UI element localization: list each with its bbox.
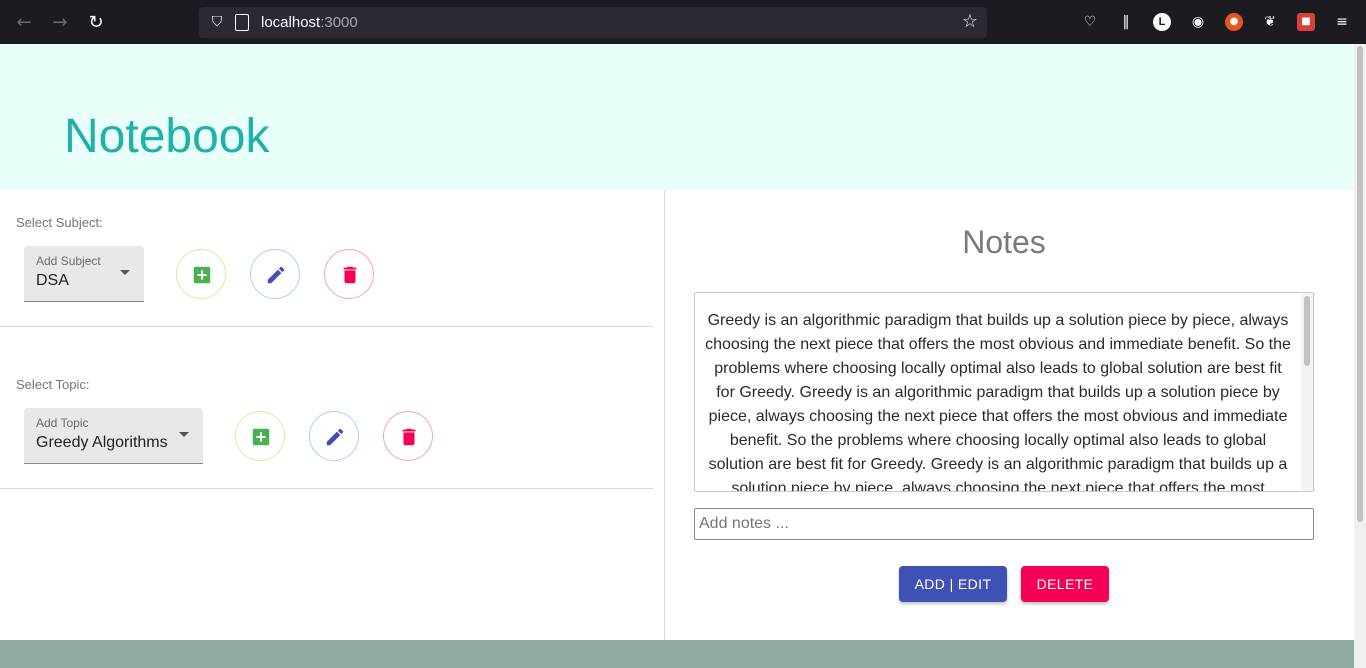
- page: Notebook Select Subject: Add Subject DSA…: [0, 44, 1354, 668]
- notes-scrollbar[interactable]: [1301, 293, 1313, 491]
- bookmark-star-icon[interactable]: ☆: [959, 11, 981, 33]
- page-icon: [235, 14, 249, 31]
- extension-owl-icon[interactable]: ◉: [1189, 13, 1207, 31]
- app-header: Notebook: [0, 44, 1354, 190]
- notes-panel: Notes Greedy is an algorithmic paradigm …: [666, 190, 1354, 640]
- chevron-down-icon: [179, 432, 189, 437]
- subject-select[interactable]: Add Subject DSA: [24, 246, 144, 302]
- add-notes-input[interactable]: [694, 508, 1314, 540]
- page-scrollbar[interactable]: [1354, 44, 1366, 668]
- extension-paw-icon[interactable]: ❦: [1261, 13, 1279, 31]
- topic-select-caption: Add Topic: [36, 416, 89, 430]
- trash-icon: [402, 428, 416, 446]
- topic-select-value: Greedy Algorithms: [36, 434, 168, 451]
- pocket-icon[interactable]: ♡: [1081, 13, 1099, 31]
- notes-display[interactable]: Greedy is an algorithmic paradigm that b…: [694, 292, 1314, 492]
- app-title: Notebook: [64, 110, 270, 163]
- subject-select-value: DSA: [36, 272, 69, 289]
- left-panel: Select Subject: Add Subject DSA Select T…: [0, 190, 665, 640]
- pencil-icon: [267, 266, 285, 284]
- pencil-icon: [326, 428, 344, 446]
- url-port: :3000: [320, 14, 358, 31]
- library-icon[interactable]: ‖: [1117, 13, 1135, 31]
- subject-select-caption: Add Subject: [36, 254, 101, 268]
- chevron-down-icon: [120, 270, 130, 275]
- subject-divider: [0, 326, 653, 327]
- address-bar[interactable]: ⛉ localhost:3000 ☆: [199, 7, 987, 38]
- notes-title: Notes: [962, 224, 1046, 260]
- forward-icon[interactable]: →: [49, 12, 71, 34]
- add-box-icon: [193, 266, 211, 284]
- add-topic-button[interactable]: [235, 411, 285, 461]
- page-scrollbar-thumb[interactable]: [1357, 46, 1363, 522]
- footer: [0, 640, 1354, 668]
- trash-icon: [343, 266, 357, 284]
- url-host: localhost: [261, 14, 321, 31]
- account-avatar-icon[interactable]: L: [1153, 13, 1171, 31]
- menu-icon[interactable]: ≡: [1333, 13, 1351, 31]
- reload-icon[interactable]: ↻: [85, 12, 107, 34]
- duckduckgo-icon[interactable]: ●: [1225, 13, 1243, 31]
- select-topic-label: Select Topic:: [16, 377, 90, 392]
- edit-subject-button[interactable]: [250, 249, 300, 299]
- topic-select[interactable]: Add Topic Greedy Algorithms: [24, 408, 203, 464]
- add-box-icon: [252, 428, 270, 446]
- edit-topic-button[interactable]: [309, 411, 359, 461]
- notes-scrollbar-thumb[interactable]: [1304, 296, 1310, 366]
- delete-topic-button[interactable]: [383, 411, 433, 461]
- browser-toolbar: ← → ↻ ⛉ localhost:3000 ☆ ♡ ‖ L ◉ ● ❦ ■ ≡: [0, 0, 1366, 44]
- back-icon[interactable]: ←: [13, 12, 35, 34]
- add-edit-button[interactable]: ADD | EDIT: [899, 566, 1007, 602]
- select-subject-label: Select Subject:: [16, 215, 103, 230]
- url-text[interactable]: localhost:3000: [261, 14, 358, 31]
- notes-content: Greedy is an algorithmic paradigm that b…: [705, 312, 1291, 492]
- delete-subject-button[interactable]: [324, 249, 374, 299]
- topic-divider: [0, 488, 653, 489]
- shield-icon[interactable]: ⛉: [208, 13, 226, 31]
- delete-note-button[interactable]: DELETE: [1021, 566, 1109, 602]
- add-subject-button[interactable]: [176, 249, 226, 299]
- extension-red-icon[interactable]: ■: [1297, 13, 1315, 31]
